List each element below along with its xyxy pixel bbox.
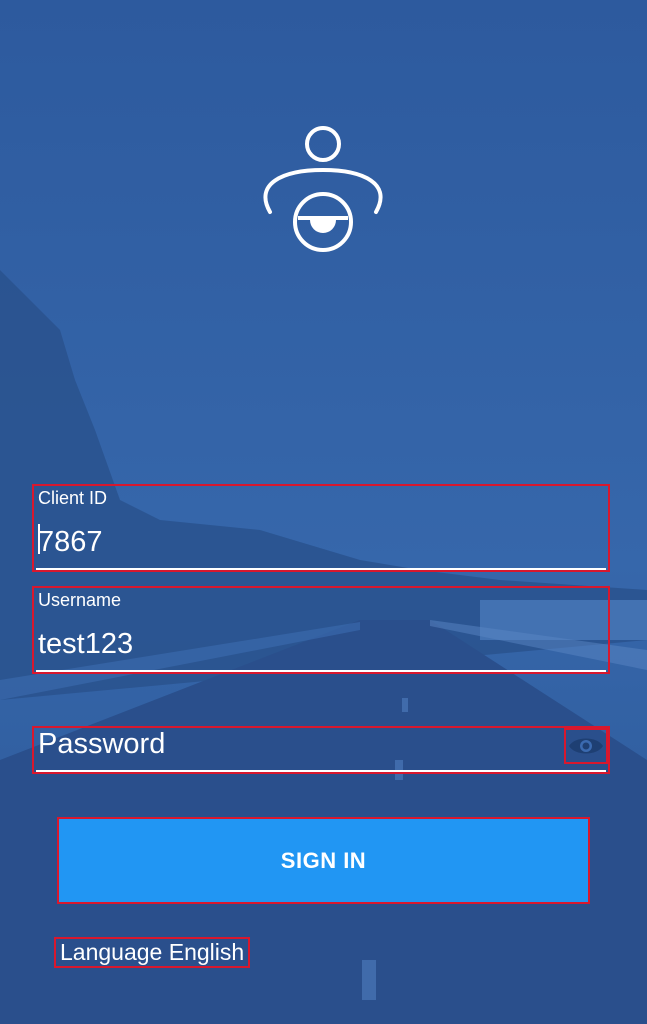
- client-id-value[interactable]: 7867: [38, 526, 103, 559]
- username-value[interactable]: test123: [38, 628, 133, 661]
- sign-in-button[interactable]: SIGN IN: [57, 817, 590, 904]
- username-label: Username: [38, 590, 122, 610]
- eye-icon: [569, 738, 603, 754]
- username-underline: [36, 670, 606, 672]
- app-logo-icon: [263, 126, 383, 252]
- password-placeholder[interactable]: Password: [38, 728, 165, 761]
- username-field[interactable]: Username test123: [32, 586, 610, 674]
- client-id-label: Client ID: [38, 488, 108, 508]
- language-selector[interactable]: Language English: [54, 937, 251, 968]
- password-field[interactable]: Password: [32, 726, 610, 774]
- client-id-field[interactable]: Client ID 7867: [32, 484, 610, 572]
- password-visibility-toggle[interactable]: [564, 728, 608, 764]
- password-underline: [36, 770, 606, 772]
- client-id-underline: [36, 568, 606, 570]
